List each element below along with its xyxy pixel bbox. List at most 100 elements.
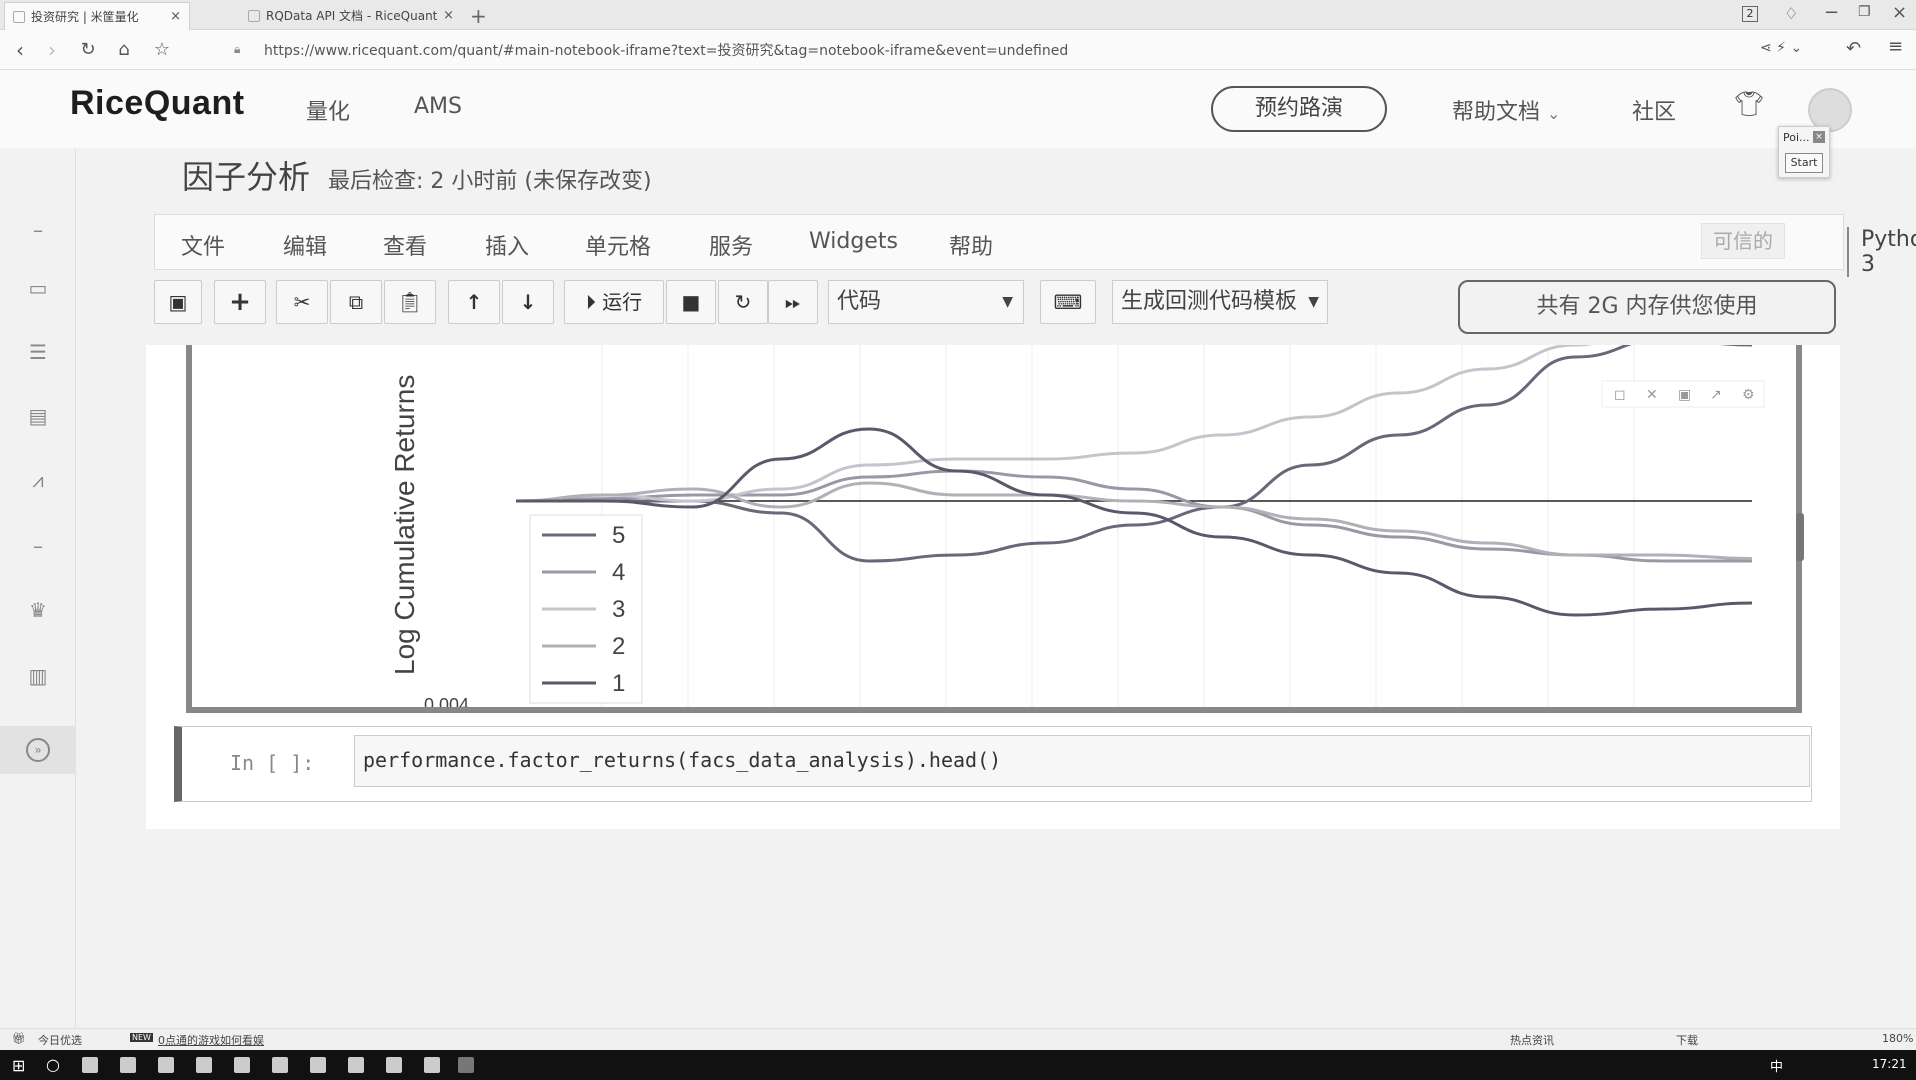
shirt-icon[interactable]: ♢ bbox=[1784, 4, 1798, 23]
nav-community[interactable]: 社区 bbox=[1632, 94, 1676, 126]
ime-indicator[interactable]: 中 bbox=[1770, 1056, 1783, 1075]
trophy-icon[interactable]: ♛ bbox=[26, 598, 50, 622]
run-button[interactable]: ⏵ 运行 bbox=[564, 280, 664, 324]
app-icon[interactable] bbox=[196, 1057, 212, 1073]
forward-icon[interactable]: › bbox=[40, 38, 64, 62]
back-icon[interactable]: ‹ bbox=[8, 38, 32, 62]
minimize-icon[interactable]: − bbox=[1824, 2, 1839, 23]
save-button[interactable]: ▣ bbox=[154, 280, 202, 324]
trusted-indicator[interactable]: 可信的 bbox=[1701, 223, 1785, 259]
menu-insert[interactable]: 插入 bbox=[485, 229, 529, 261]
app-icon[interactable] bbox=[310, 1057, 326, 1073]
monitor-icon[interactable]: ▭ bbox=[26, 276, 50, 300]
restore-icon[interactable]: ❐ bbox=[1858, 4, 1871, 20]
menu-icon[interactable]: ≡ bbox=[1888, 36, 1903, 57]
nav-ams[interactable]: AMS bbox=[414, 94, 462, 119]
bar-chart-icon[interactable]: ▥ bbox=[26, 664, 50, 688]
series-lines bbox=[515, 345, 1753, 617]
code-text[interactable]: performance.factor_returns(facs_data_ana… bbox=[363, 748, 1001, 772]
template-dropdown[interactable]: 生成回测代码模板 ▼ bbox=[1112, 280, 1328, 324]
app-icon[interactable] bbox=[272, 1057, 288, 1073]
menu-file[interactable]: 文件 bbox=[181, 229, 225, 261]
download-link[interactable]: 下载 bbox=[1676, 1032, 1698, 1048]
insert-cell-button[interactable]: + bbox=[214, 280, 266, 324]
shirt-icon[interactable]: 👕︎ bbox=[1734, 90, 1764, 118]
news-link[interactable]: 0点通的游戏如何看娱 bbox=[158, 1032, 264, 1048]
cut-button[interactable]: ✂ bbox=[276, 280, 328, 324]
reload-icon[interactable]: ↻ bbox=[76, 38, 100, 62]
book-demo-button[interactable]: 预约路演 bbox=[1211, 86, 1387, 132]
ricequant-logo[interactable]: RiceQuant bbox=[70, 84, 245, 123]
menu-widgets[interactable]: Widgets bbox=[809, 229, 898, 254]
copy-icon: ⧉ bbox=[348, 290, 364, 314]
close-icon[interactable]: × bbox=[443, 2, 454, 30]
menu-edit[interactable]: 编辑 bbox=[283, 229, 327, 261]
browser-tab[interactable]: RQData API 文档 - RiceQuant × bbox=[240, 2, 462, 30]
board-icon[interactable]: ▤ bbox=[26, 404, 50, 428]
code-cell[interactable]: In [ ]: performance.factor_returns(facs_… bbox=[174, 726, 1812, 802]
folder-icon[interactable] bbox=[158, 1057, 174, 1073]
clock: 17:21 bbox=[1872, 1057, 1907, 1071]
dash-icon: – bbox=[33, 218, 43, 242]
chart-legend: 5 4 3 2 1 bbox=[529, 514, 643, 704]
app-icon[interactable] bbox=[348, 1057, 364, 1073]
legend-label-3: 3 bbox=[612, 596, 625, 623]
windows-start-icon[interactable]: ⊞ bbox=[12, 1056, 25, 1075]
hot-news-link[interactable]: 热点资讯 bbox=[1510, 1032, 1554, 1048]
move-up-button[interactable]: ↑ bbox=[448, 280, 500, 324]
menu-kernel[interactable]: 服务 bbox=[709, 229, 753, 261]
close-icon[interactable]: × bbox=[1813, 131, 1825, 143]
popup-start-button[interactable]: Start bbox=[1785, 153, 1823, 173]
tab-count-badge[interactable]: 2 bbox=[1742, 6, 1758, 22]
chart-add-icon[interactable]: ⩘ bbox=[26, 468, 50, 492]
status-left-label[interactable]: 今日优选 bbox=[38, 1032, 82, 1048]
database-icon[interactable]: ☰ bbox=[26, 340, 50, 364]
keyboard-icon: ⌨ bbox=[1053, 290, 1083, 314]
browser-app-icon[interactable] bbox=[458, 1057, 474, 1073]
bell-icon bbox=[248, 10, 260, 22]
checkpoint-status: 最后检查: 2 小时前 (未保存改变) bbox=[328, 169, 652, 194]
cell-type-select[interactable]: 代码 ▼ bbox=[828, 280, 1024, 324]
legend-label-4: 4 bbox=[612, 559, 625, 586]
run-all-button[interactable]: ⏩︎ bbox=[768, 280, 818, 324]
keyboard-shortcuts-button[interactable]: ⌨ bbox=[1040, 280, 1096, 324]
save-icon: ▣ bbox=[1678, 387, 1691, 403]
browser-tab-active[interactable]: 投资研究 | 米筐量化 × bbox=[4, 2, 190, 30]
close-icon[interactable]: × bbox=[170, 3, 181, 31]
undo-icon[interactable]: ↶ bbox=[1846, 38, 1861, 59]
collapse-sidebar-button[interactable]: » bbox=[0, 726, 76, 774]
paste-icon: 📋︎ bbox=[397, 290, 423, 314]
paste-button[interactable]: 📋︎ bbox=[384, 280, 436, 324]
task-view-icon[interactable] bbox=[82, 1057, 98, 1073]
app-icon[interactable] bbox=[234, 1057, 250, 1073]
fast-forward-icon: ⏩︎ bbox=[785, 290, 801, 314]
restart-button[interactable]: ↻ bbox=[718, 280, 768, 324]
home-icon[interactable]: ⌂ bbox=[112, 38, 136, 62]
close-window-icon[interactable]: × bbox=[1892, 2, 1907, 23]
menu-view[interactable]: 查看 bbox=[383, 229, 427, 261]
star-icon[interactable]: ☆ bbox=[150, 38, 174, 62]
notebook-title[interactable]: 因子分析 bbox=[182, 152, 310, 198]
new-tab-icon[interactable]: + bbox=[470, 4, 487, 28]
search-icon[interactable]: ○ bbox=[46, 1055, 60, 1074]
series-line-3 bbox=[515, 345, 1593, 503]
interrupt-button[interactable]: ■ bbox=[666, 280, 716, 324]
help-docs-menu[interactable]: 帮助文档 ⌄ bbox=[1452, 94, 1560, 126]
code-editor[interactable]: performance.factor_returns(facs_data_ana… bbox=[354, 735, 1810, 787]
app-icon[interactable] bbox=[120, 1057, 136, 1073]
news-badge: NEW bbox=[130, 1033, 153, 1042]
memory-info-button[interactable]: 共有 2G 内存供您使用 bbox=[1458, 280, 1836, 334]
nav-quant[interactable]: 量化 bbox=[306, 94, 350, 126]
menu-cell[interactable]: 单元格 bbox=[585, 229, 651, 261]
url-input[interactable]: https://www.ricequant.com/quant/#main-no… bbox=[264, 40, 1068, 60]
app-icon[interactable] bbox=[424, 1057, 440, 1073]
menu-help[interactable]: 帮助 bbox=[949, 229, 993, 261]
share-icon[interactable]: ⋖ ⚡ ⌄ bbox=[1760, 40, 1802, 56]
zoom-level[interactable]: 180% bbox=[1882, 1032, 1913, 1045]
chart-output: 5 4 3 2 1 Log Cumulative Returns 0.004 ◻ ✕ ▣… bbox=[186, 345, 1804, 713]
app-icon[interactable] bbox=[386, 1057, 402, 1073]
move-down-button[interactable]: ↓ bbox=[502, 280, 554, 324]
copy-button[interactable]: ⧉ bbox=[330, 280, 382, 324]
scrollbar-thumb[interactable] bbox=[1796, 513, 1804, 561]
y-axis-label: Log Cumulative Returns bbox=[389, 375, 420, 675]
